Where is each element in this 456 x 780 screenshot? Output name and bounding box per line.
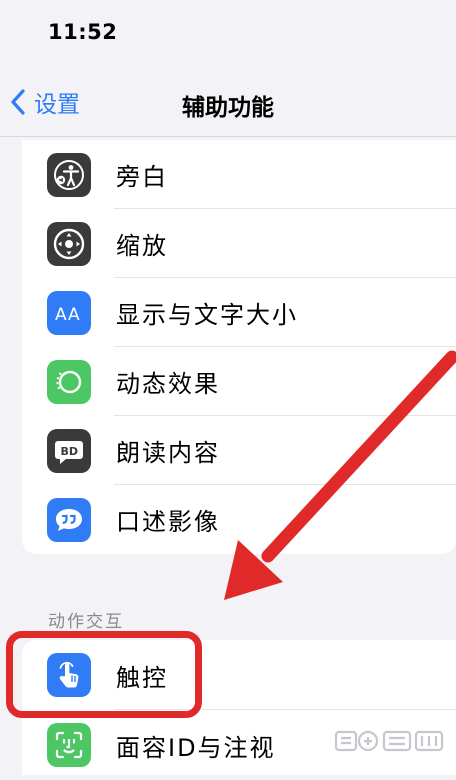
status-time: 11:52 [48,20,118,44]
status-bar: 11:52 [0,0,456,70]
list-item-label: 触控 [116,663,168,692]
face-id-icon [47,723,91,767]
vision-settings-list: 旁白 缩放 A A 显示与文字大小 动态效果 BD 朗读内容 口述影像 [22,140,456,554]
list-item-zoom[interactable]: 缩放 [22,209,456,278]
voiceover-icon [47,152,91,197]
watermark-logo [334,730,444,752]
zoom-icon [47,221,91,266]
list-item-label: 动态效果 [116,370,220,398]
spoken-content-icon: BD [47,428,91,473]
svg-text:A: A [68,305,80,325]
list-item-voiceover[interactable]: 旁白 [22,140,456,209]
list-item-label: 缩放 [116,232,168,260]
list-item-label: 旁白 [116,163,168,191]
page-title: 辅助功能 [182,95,274,121]
touch-icon [47,653,91,697]
list-item-audio-descriptions[interactable]: 口述影像 [22,485,456,554]
motion-icon [47,359,91,404]
list-item-touch[interactable]: 触控 [22,640,456,710]
svg-text:A: A [55,305,67,325]
list-item-label: 面容ID与注视 [116,733,276,762]
list-item-label: 显示与文字大小 [116,301,298,329]
audio-description-icon [47,497,91,542]
section-header-interaction: 动作交互 [48,612,124,632]
text-size-icon: A A [47,290,91,335]
list-item-label: 口述影像 [116,508,220,536]
list-item-spoken-content[interactable]: BD 朗读内容 [22,416,456,485]
svg-text:BD: BD [61,445,79,458]
navigation-bar: 设置 辅助功能 [0,70,456,137]
list-item-display-text-size[interactable]: A A 显示与文字大小 [22,278,456,347]
list-item-motion[interactable]: 动态效果 [22,347,456,416]
list-item-label: 朗读内容 [116,439,220,467]
